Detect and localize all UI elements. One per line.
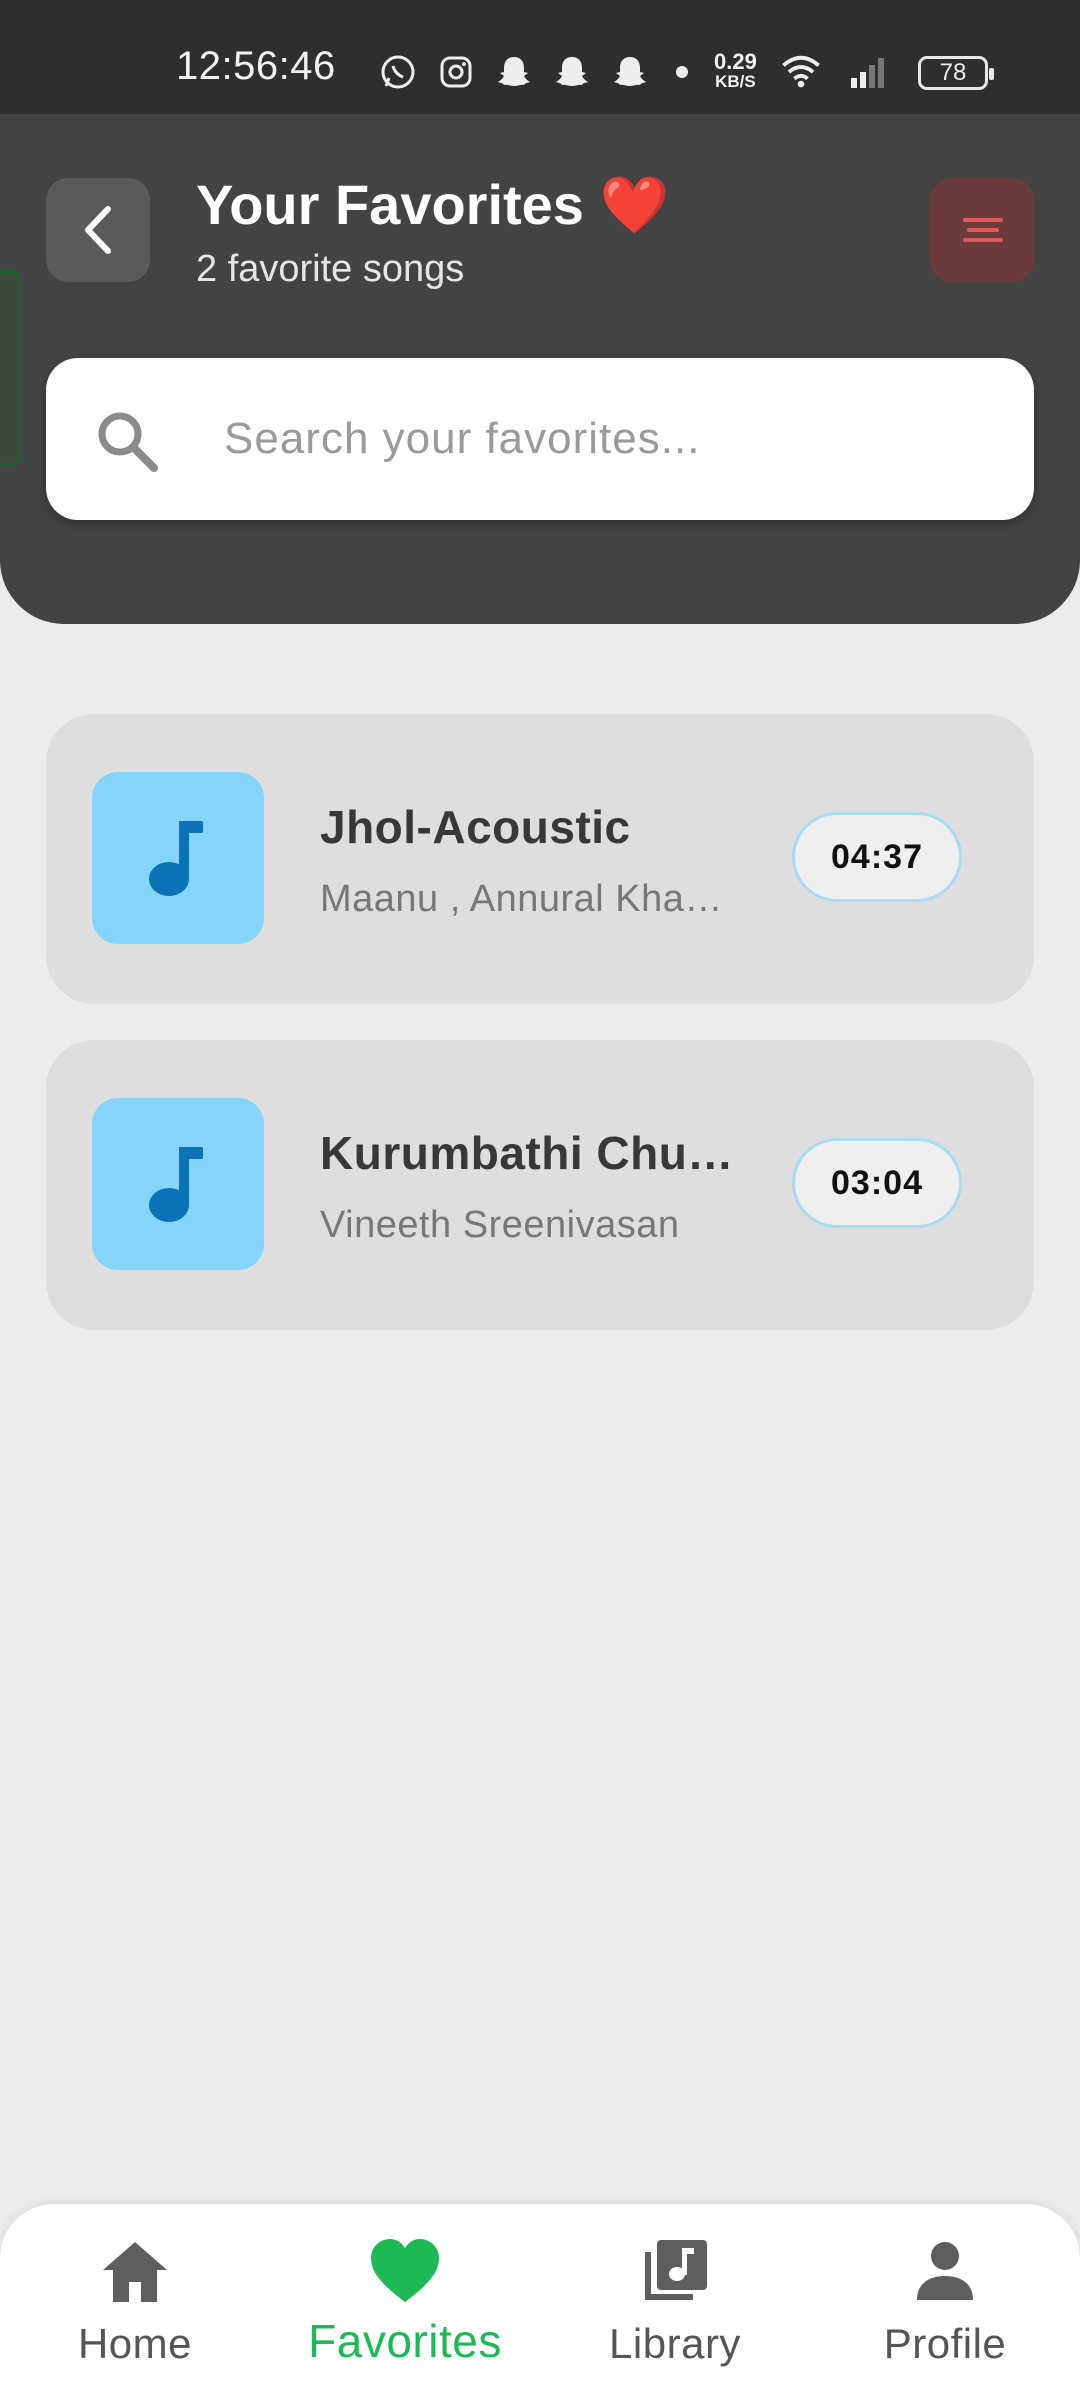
- back-button[interactable]: [46, 178, 150, 282]
- search-icon: [98, 412, 158, 472]
- person-icon: [917, 2242, 973, 2300]
- status-bar: 12:56:46 0.29 KB/S 78: [0, 0, 1080, 114]
- snapchat-icon: [614, 57, 646, 86]
- nav-item-library[interactable]: Library: [565, 2234, 785, 2368]
- song-thumbnail: [92, 1098, 264, 1270]
- song-duration: 03:04: [792, 1138, 962, 1228]
- nav-label-profile: Profile: [883, 2320, 1007, 2367]
- nav-item-favorites[interactable]: Favorites: [295, 2234, 515, 2368]
- bottom-navigation: Home Favorites Library Profile: [0, 2204, 1080, 2400]
- nav-label-library: Library: [609, 2320, 741, 2367]
- music-note-icon: [149, 821, 203, 896]
- snapchat-icon: [498, 57, 530, 86]
- song-count: 2 favorite songs: [196, 248, 465, 290]
- song-artist: Vineeth Sreenivasan: [320, 1204, 680, 1246]
- sort-button[interactable]: [930, 178, 1034, 282]
- song-title: Kurumbathi Chu…: [320, 1127, 734, 1179]
- network-speed-value: 0.29: [714, 49, 757, 74]
- song-artist: Maanu , Annural Kha…: [320, 878, 723, 920]
- network-speed: 0.29 KB/S: [714, 49, 757, 92]
- nav-item-profile[interactable]: Profile: [835, 2234, 1055, 2368]
- notification-dot: [676, 66, 688, 78]
- edge-panel-handle[interactable]: [0, 270, 22, 466]
- library-icon: [645, 2240, 707, 2300]
- signal-icon: [850, 58, 884, 88]
- sort-icon: [963, 218, 1003, 242]
- status-icons: 0.29 KB/S: [378, 50, 893, 94]
- song-thumbnail: [92, 772, 264, 944]
- nav-item-home[interactable]: Home: [25, 2234, 245, 2368]
- song-duration: 04:37: [792, 812, 962, 902]
- music-note-icon: [149, 1147, 203, 1222]
- battery-icon: 78: [918, 56, 994, 90]
- page-title: Your Favorites ❤️: [196, 173, 670, 236]
- whatsapp-icon: [381, 55, 415, 89]
- heart-icon: [371, 2239, 439, 2302]
- search-bar[interactable]: [46, 358, 1034, 520]
- wifi-icon: [781, 55, 820, 88]
- chevron-left-icon: [85, 206, 111, 254]
- song-card[interactable]: Jhol-Acoustic Maanu , Annural Kha… 04:37: [46, 714, 1034, 1004]
- network-speed-unit: KB/S: [715, 72, 756, 91]
- song-title: Jhol-Acoustic: [320, 801, 631, 853]
- snapchat-icon: [556, 57, 588, 86]
- nav-label-favorites: Favorites: [308, 2315, 502, 2367]
- home-icon: [103, 2242, 167, 2302]
- favorites-header: Your Favorites ❤️ 2 favorite songs: [0, 114, 1080, 624]
- status-time: 12:56:46: [176, 44, 336, 88]
- instagram-icon: [440, 56, 472, 88]
- song-card[interactable]: Kurumbathi Chu… Vineeth Sreenivasan 03:0…: [46, 1040, 1034, 1330]
- nav-label-home: Home: [77, 2320, 193, 2367]
- search-input[interactable]: [222, 398, 986, 480]
